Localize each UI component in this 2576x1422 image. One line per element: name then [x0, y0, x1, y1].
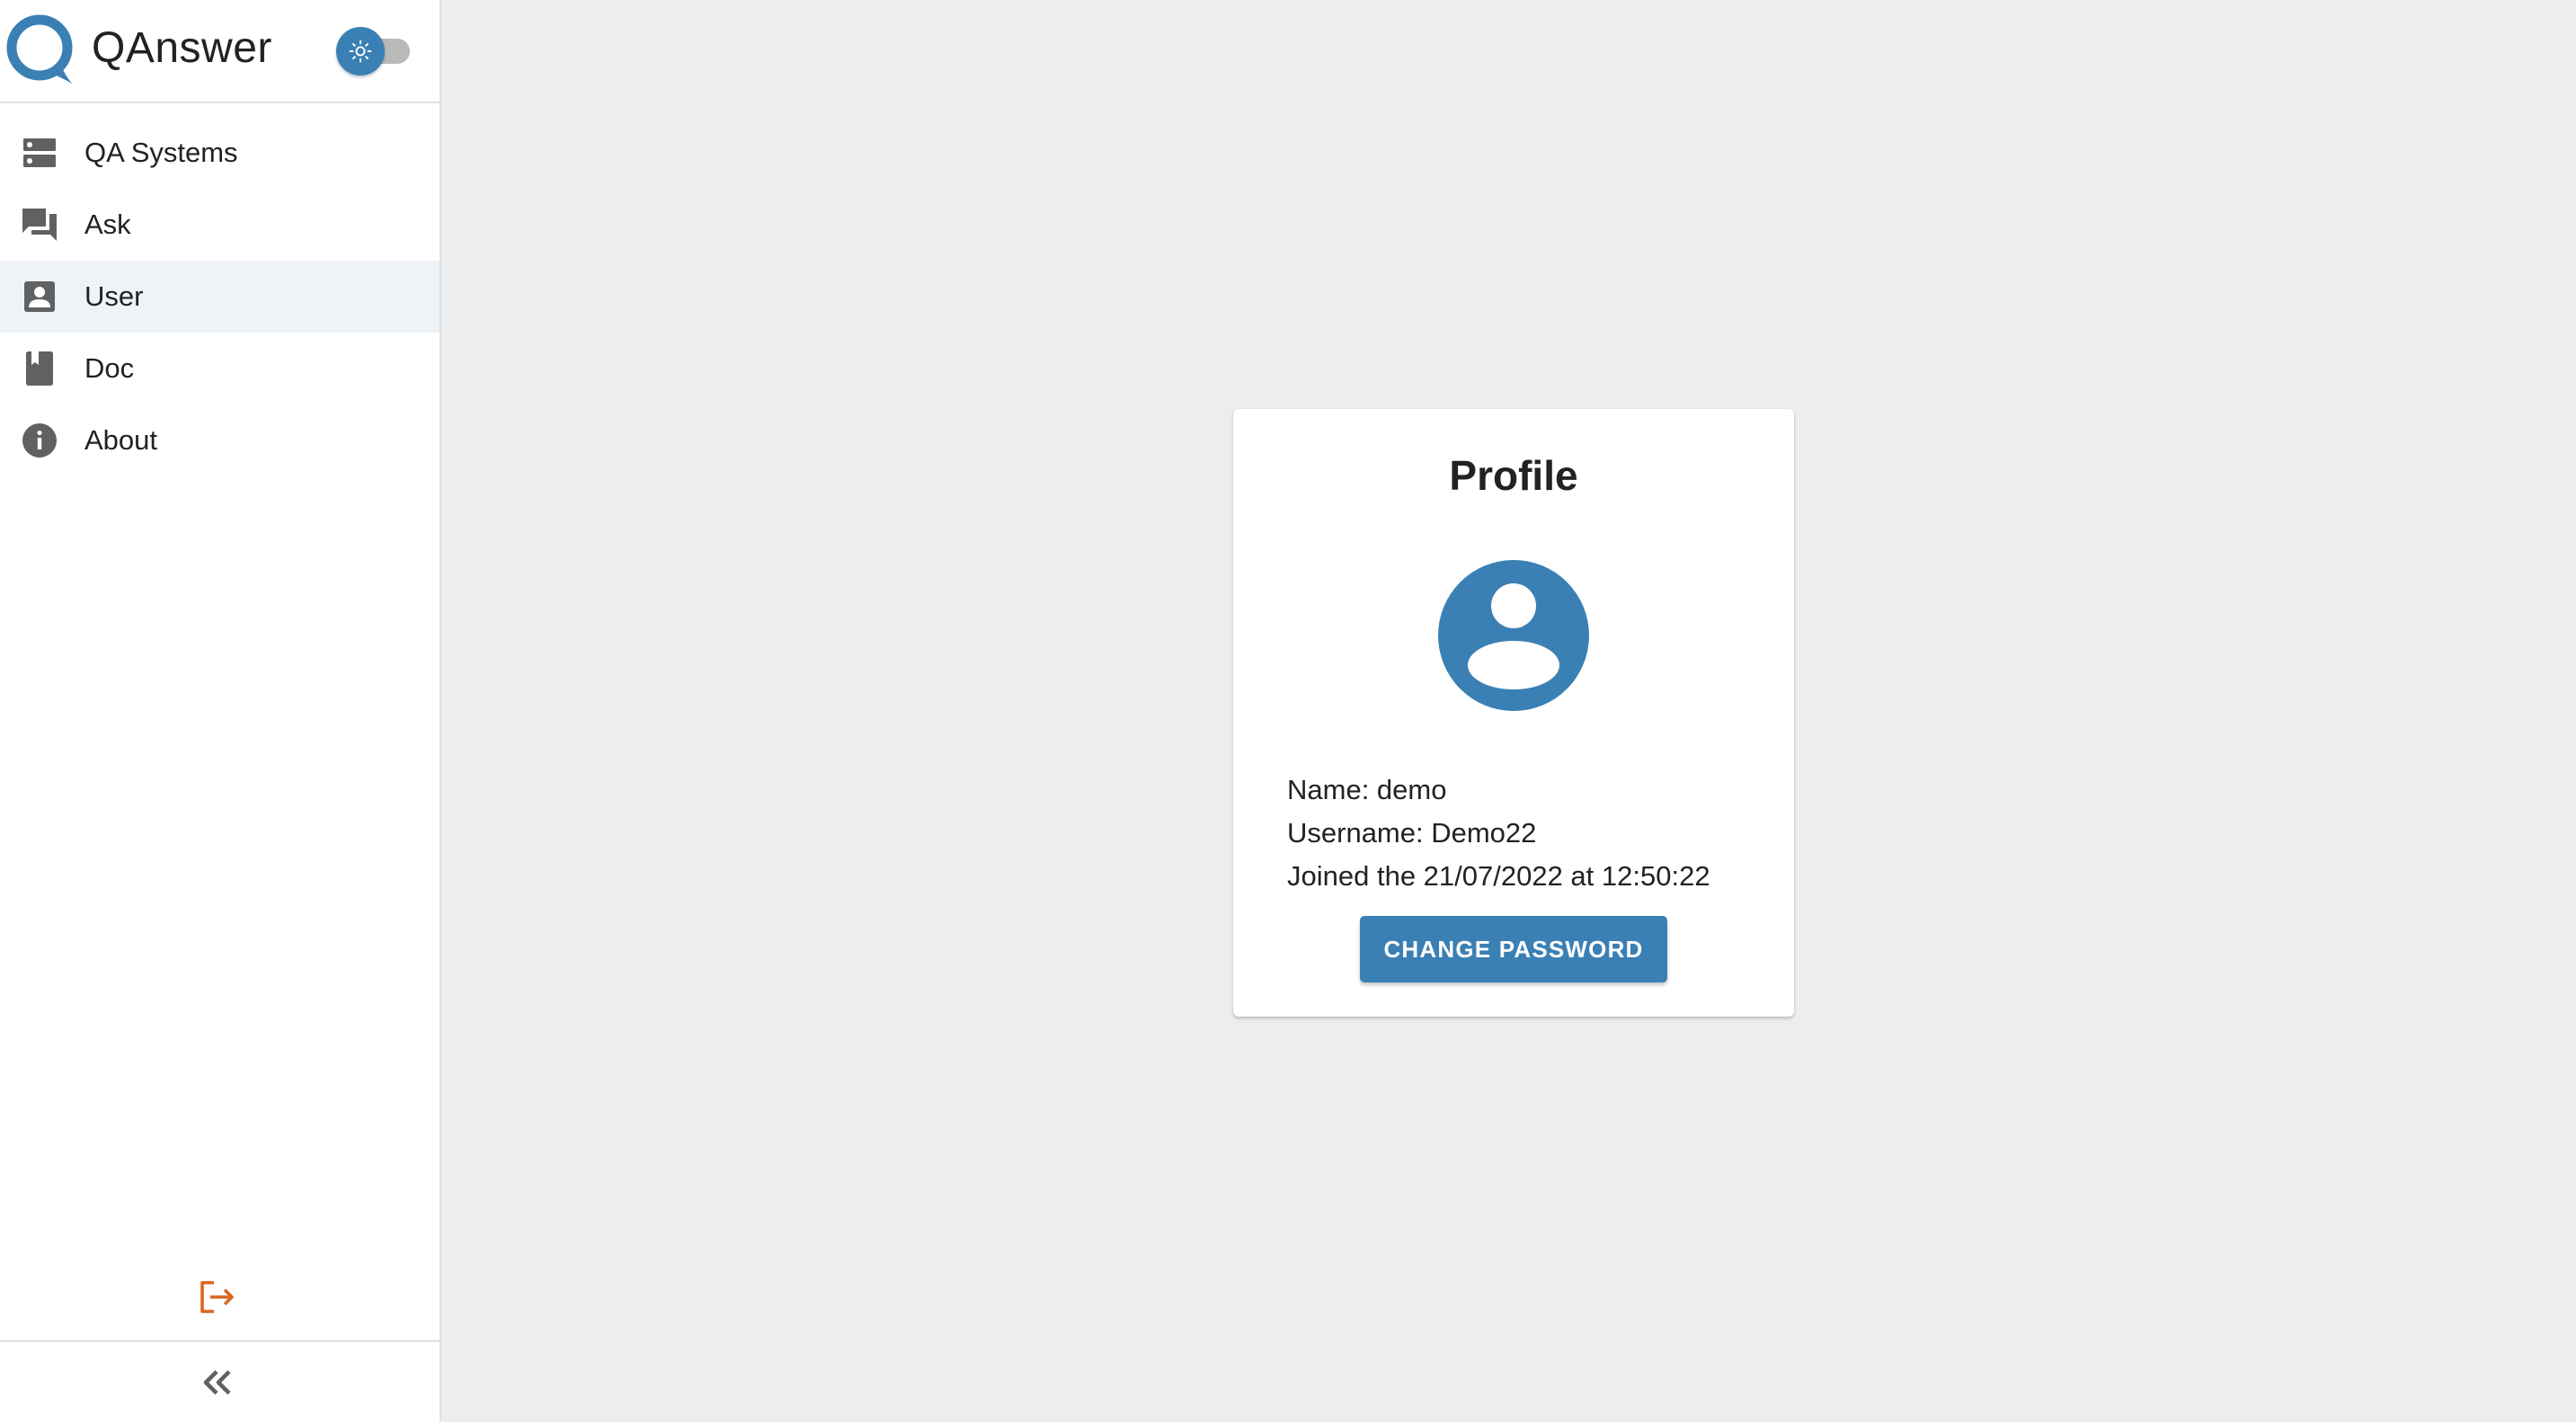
qanswer-logo-icon — [6, 14, 73, 84]
sidebar-footer — [0, 1340, 440, 1422]
forum-chat-icon — [20, 207, 59, 243]
theme-toggle[interactable] — [336, 27, 413, 76]
profile-title: Profile — [1449, 452, 1578, 499]
sidebar-item-ask[interactable]: Ask — [0, 189, 440, 261]
profile-card: Profile Name: demo Username: Demo22 Join… — [1233, 409, 1794, 1017]
sidebar-item-user[interactable]: User — [0, 261, 440, 333]
collapse-sidebar-button[interactable] — [197, 1362, 238, 1403]
sidebar-item-about[interactable]: About — [0, 404, 440, 476]
sidebar-header: QAnswer — [0, 0, 441, 103]
profile-name: Name: demo — [1287, 774, 1447, 805]
profile-username: Username: Demo22 — [1287, 817, 1537, 849]
sidebar-item-label: Doc — [84, 352, 135, 384]
sidebar-item-doc[interactable]: Doc — [0, 333, 440, 404]
sidebar-item-label: About — [84, 424, 158, 456]
logout-button[interactable] — [195, 1275, 240, 1320]
info-icon — [20, 422, 59, 458]
sidebar-item-label: User — [84, 280, 144, 312]
sidebar-nav: QA Systems Ask User Doc About — [0, 117, 440, 476]
double-chevron-left-icon — [203, 1370, 231, 1395]
theme-toggle-thumb — [336, 27, 385, 76]
main-content: Profile Name: demo Username: Demo22 Join… — [441, 0, 2576, 1422]
logout-icon — [200, 1281, 234, 1313]
app-window: QAnswer QA Systems Ask User Doc About Pr… — [0, 0, 2576, 1422]
dns-server-icon — [20, 135, 59, 171]
account-box-icon — [20, 279, 59, 315]
sidebar: QAnswer QA Systems Ask User Doc About — [0, 0, 441, 1422]
sidebar-item-qa-systems[interactable]: QA Systems — [0, 117, 440, 189]
profile-joined-date: Joined the 21/07/2022 at 12:50:22 — [1287, 860, 1710, 892]
sidebar-item-label: Ask — [84, 209, 131, 240]
change-password-button[interactable]: CHANGE PASSWORD — [1360, 916, 1667, 982]
account-circle-icon — [1438, 560, 1589, 711]
profile-info: Name: demo Username: Demo22 Joined the 2… — [1287, 769, 1710, 898]
sidebar-item-label: QA Systems — [84, 137, 238, 168]
app-title: QAnswer — [92, 24, 272, 72]
sun-icon — [349, 40, 372, 63]
book-icon — [20, 351, 59, 387]
